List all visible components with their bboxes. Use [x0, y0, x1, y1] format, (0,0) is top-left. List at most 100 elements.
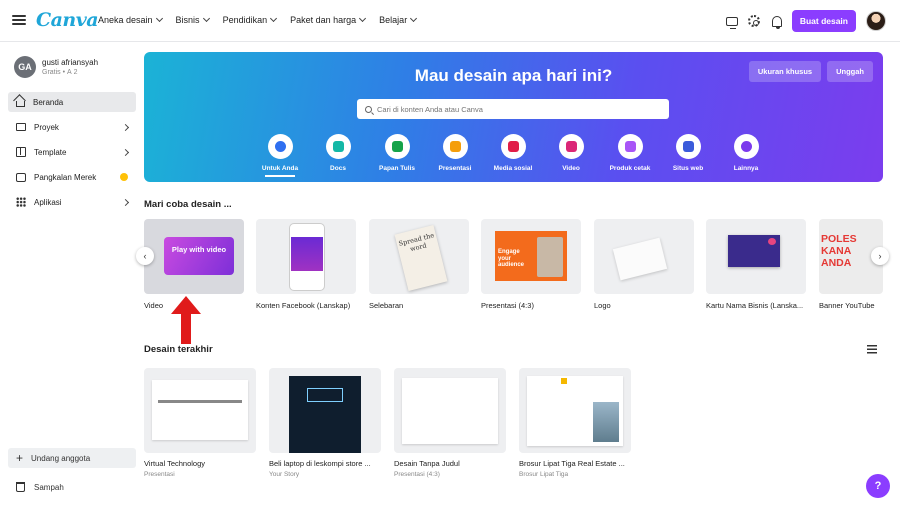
category-untuk-anda[interactable]: Untuk Anda — [250, 134, 310, 177]
category-lainnya[interactable]: Lainnya — [716, 134, 776, 172]
category-label: Media sosial — [493, 165, 533, 172]
category-docs[interactable]: Docs — [308, 134, 368, 172]
category-produk-cetak[interactable]: Produk cetak — [600, 134, 660, 172]
thumb-text: Spread the word — [394, 225, 448, 291]
thumb-text: Engage your audience — [498, 249, 525, 268]
recent-designs-title: Desain terakhir — [144, 344, 213, 355]
category-video[interactable]: Video — [541, 134, 601, 172]
thumb-text: Play with video — [164, 237, 234, 275]
category-label: Lainnya — [733, 165, 759, 172]
template-thumbnail: Play with video — [144, 219, 244, 294]
custom-size-button[interactable]: Ukuran khusus — [748, 61, 822, 82]
presentation-icon — [449, 141, 461, 152]
template-tile-selebaran[interactable]: Spread the word Selebaran — [369, 219, 469, 310]
category-label: Video — [562, 165, 580, 172]
category-media-sosial[interactable]: Media sosial — [483, 134, 543, 172]
create-design-button[interactable]: Buat desain — [791, 10, 856, 32]
sidebar-item-trash[interactable]: Sampah — [16, 482, 64, 492]
category-papan-tulis[interactable]: Papan Tulis — [367, 134, 427, 172]
scroll-left-button[interactable]: ‹ — [136, 247, 154, 265]
nav-bisnis[interactable]: Bisnis — [176, 14, 210, 25]
category-situs-web[interactable]: Situs web — [658, 134, 718, 172]
recent-design-card[interactable]: Desain Tanpa Judul Presentasi (4:3) — [394, 368, 506, 478]
avatar[interactable] — [866, 11, 886, 31]
recent-design-card[interactable]: Virtual Technology Presentasi — [144, 368, 256, 478]
desktop-app-icon[interactable] — [725, 17, 738, 29]
search-icon — [365, 105, 372, 113]
category-label: Docs — [330, 165, 346, 172]
template-tile-banner-youtube[interactable]: POLES KANA ANDA Banner YouTube — [819, 219, 883, 310]
sidebar-item-beranda[interactable]: Beranda — [8, 92, 136, 112]
template-tile-kartu-nama[interactable]: Kartu Nama Bisnis (Lanska... — [706, 219, 806, 310]
scroll-right-button[interactable]: › — [871, 247, 889, 265]
invite-label: Undang anggota — [31, 453, 91, 463]
recent-design-card[interactable]: Brosur Lipat Tiga Real Estate ... Brosur… — [519, 368, 631, 478]
invite-members-button[interactable]: + Undang anggota — [8, 448, 136, 468]
list-view-icon[interactable] — [867, 345, 877, 354]
hero-banner: Mau desain apa hari ini? Ukuran khusus U… — [144, 52, 883, 182]
design-type: Brosur Lipat Tiga — [519, 471, 569, 478]
search-bar[interactable] — [357, 99, 669, 119]
search-input[interactable] — [377, 104, 657, 114]
chevron-right-icon[interactable] — [121, 148, 130, 156]
sidebar-item-proyek[interactable]: Proyek — [8, 117, 136, 137]
main-nav: Aneka desain Bisnis Pendidikan Paket dan… — [98, 14, 418, 25]
sidebar-item-label: Beranda — [33, 97, 64, 107]
bell-icon[interactable] — [771, 15, 782, 29]
chevron-down-icon — [270, 14, 278, 23]
template-icon — [16, 147, 26, 157]
category-presentasi[interactable]: Presentasi — [425, 134, 485, 172]
user-switcher[interactable]: GA gusti afriansyah Gratis • А 2 — [14, 56, 98, 78]
nav-aneka-desain[interactable]: Aneka desain — [98, 14, 163, 25]
design-name: Virtual Technology — [144, 459, 206, 468]
plus-icon: + — [16, 451, 24, 465]
nav-belajar[interactable]: Belajar — [379, 14, 418, 25]
template-thumbnail — [256, 219, 356, 294]
menu-icon[interactable] — [12, 13, 26, 27]
template-tile-facebook[interactable]: Konten Facebook (Lanskap) — [256, 219, 356, 310]
canva-logo[interactable]: Canva — [36, 9, 99, 31]
user-name: gusti afriansyah — [42, 58, 99, 67]
nav-pendidikan[interactable]: Pendidikan — [223, 14, 278, 25]
whiteboard-icon — [391, 141, 403, 152]
sidebar-item-pangkalan-merek[interactable]: Pangkalan Merek — [8, 167, 136, 187]
video-icon — [565, 141, 577, 152]
sparkle-icon — [274, 141, 286, 152]
chevron-right-icon[interactable] — [121, 123, 130, 131]
brand-kit-icon — [16, 172, 26, 182]
design-thumbnail — [144, 368, 256, 453]
gear-icon[interactable] — [747, 15, 760, 27]
category-label: Untuk Anda — [250, 165, 310, 177]
thumb-text: POLES KANA ANDA — [821, 233, 857, 269]
more-icon — [740, 141, 752, 152]
chevron-down-icon — [202, 14, 210, 23]
chevron-right-icon: › — [878, 251, 882, 261]
template-label: Selebaran — [369, 301, 404, 310]
folder-icon — [16, 123, 26, 131]
sidebar-nav: Beranda Proyek Template Pangkalan Merek … — [8, 92, 136, 217]
nav-paket-dan-harga[interactable]: Paket dan harga — [290, 14, 367, 25]
recent-design-card[interactable]: Beli laptop di leskompi store ... Your S… — [269, 368, 381, 478]
user-avatar: GA — [14, 56, 36, 78]
template-thumbnail — [594, 219, 694, 294]
chevron-right-icon[interactable] — [121, 198, 130, 206]
help-button[interactable]: ? — [866, 474, 890, 498]
upload-button[interactable]: Unggah — [827, 61, 873, 82]
sidebar-item-template[interactable]: Template — [8, 142, 136, 162]
template-label: Banner YouTube — [819, 301, 875, 310]
category-label: Presentasi — [438, 165, 472, 172]
design-thumbnail — [394, 368, 506, 453]
try-design-title: Mari coba desain ... — [144, 199, 232, 210]
design-name: Desain Tanpa Judul — [394, 459, 460, 468]
design-name: Beli laptop di leskompi store ... — [269, 459, 371, 468]
home-icon — [16, 101, 25, 107]
doc-icon — [332, 141, 344, 152]
template-tile-logo[interactable]: Logo — [594, 219, 694, 310]
template-tile-presentasi[interactable]: Engage your audience Presentasi (4:3) — [481, 219, 581, 310]
template-label: Kartu Nama Bisnis (Lanska... — [706, 301, 804, 310]
design-thumbnail — [519, 368, 631, 453]
template-thumbnail: Spread the word — [369, 219, 469, 294]
design-type: Presentasi (4:3) — [394, 471, 440, 478]
chevron-left-icon: ‹ — [143, 251, 147, 261]
sidebar-item-aplikasi[interactable]: Aplikasi — [8, 192, 136, 212]
